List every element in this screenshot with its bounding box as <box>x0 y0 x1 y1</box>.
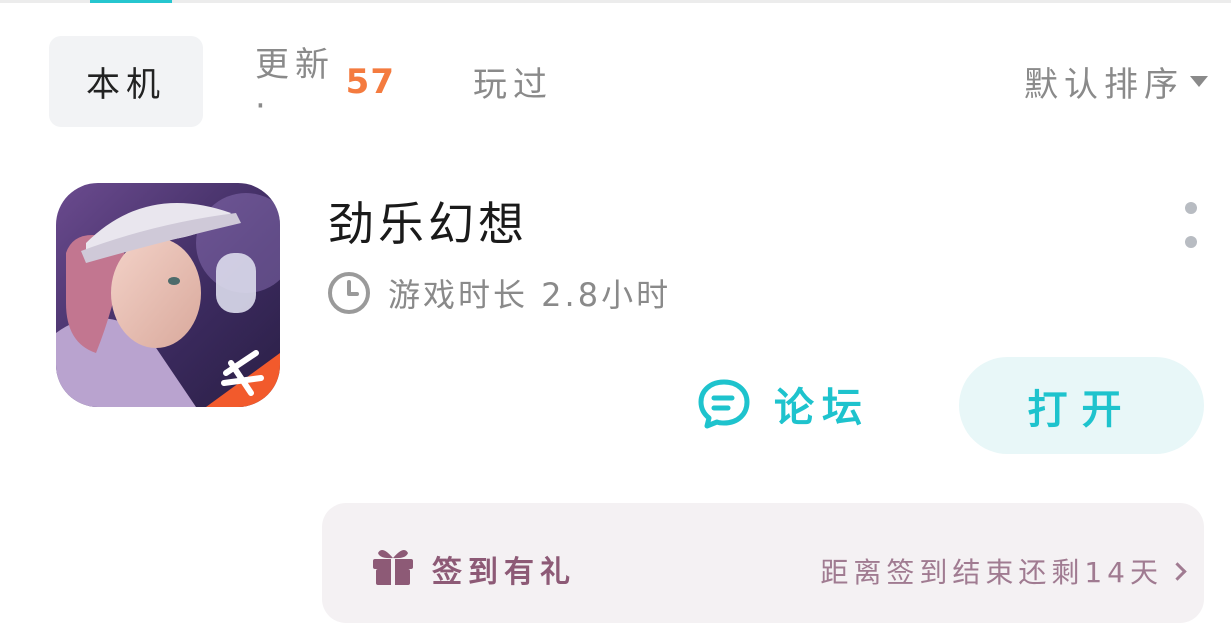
signin-title: 签到有礼 <box>432 555 576 590</box>
tab-played[interactable]: 玩过 <box>468 36 558 127</box>
tab-local-label: 本机 <box>86 65 166 105</box>
sort-label: 默认排序 <box>1024 65 1184 105</box>
chevron-right-icon <box>1168 561 1187 581</box>
tab-played-label: 玩过 <box>473 65 553 105</box>
signin-countdown[interactable]: 距离签到结束还剩14天 <box>820 551 1187 591</box>
update-count-badge: 57 <box>345 61 395 102</box>
caret-down-icon <box>1190 76 1208 87</box>
sort-dropdown[interactable]: 默认排序 <box>1024 36 1208 127</box>
gift-icon <box>373 549 413 585</box>
game-app-icon[interactable] <box>56 183 280 407</box>
tab-update-label: 更新· <box>255 45 335 126</box>
tab-local[interactable]: 本机 <box>49 36 203 127</box>
more-options-icon[interactable] <box>1178 202 1204 248</box>
game-title: 劲乐幻想 <box>328 197 528 251</box>
signin-countdown-text: 距离签到结束还剩14天 <box>820 556 1163 589</box>
forum-label: 论坛 <box>774 385 870 431</box>
signin-banner[interactable]: 签到有礼 距离签到结束还剩14天 <box>322 503 1204 623</box>
chat-bubble-icon <box>698 379 750 429</box>
forum-button[interactable]: 论坛 <box>696 374 870 434</box>
tab-update[interactable]: 更新· 57 <box>255 36 395 127</box>
top-divider <box>0 0 1231 3</box>
clock-icon <box>328 272 370 314</box>
top-tab-indicator <box>90 0 172 3</box>
playtime-text: 游戏时长 2.8小时 <box>388 276 672 314</box>
open-button[interactable]: 打开 <box>959 357 1204 454</box>
